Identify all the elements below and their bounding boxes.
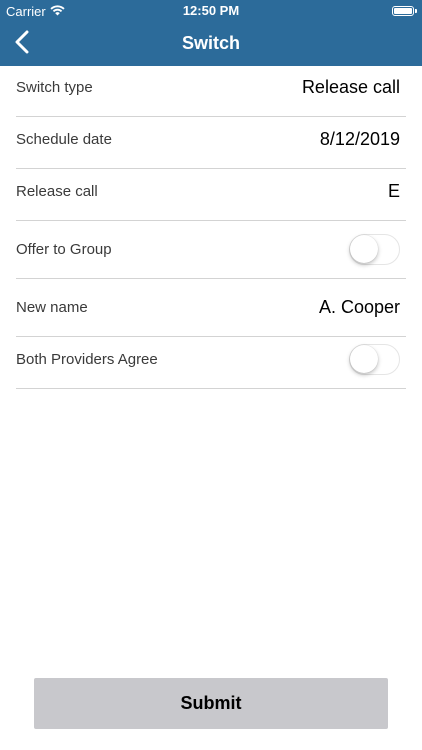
nav-bar: Switch [0, 22, 422, 66]
schedule-date-label: Schedule date [16, 131, 112, 148]
status-time: 12:50 PM [182, 3, 240, 18]
both-providers-agree-label: Both Providers Agree [16, 351, 158, 368]
switch-type-row[interactable]: Switch type Release call [16, 66, 406, 117]
submit-button[interactable]: Submit [34, 678, 388, 729]
release-call-row[interactable]: Release call E [16, 169, 406, 221]
new-name-value[interactable]: A. Cooper [319, 297, 400, 318]
new-name-row[interactable]: New name A. Cooper [16, 279, 406, 337]
release-call-value[interactable]: E [388, 181, 400, 202]
battery-icon [392, 6, 417, 16]
offer-to-group-toggle[interactable] [349, 234, 400, 265]
offer-to-group-label: Offer to Group [16, 241, 112, 258]
release-call-label: Release call [16, 183, 98, 200]
toggle-knob [350, 345, 378, 373]
new-name-label: New name [16, 299, 88, 316]
schedule-date-value[interactable]: 8/12/2019 [320, 129, 400, 150]
toggle-knob [350, 235, 378, 263]
page-title: Switch [181, 33, 240, 53]
status-bar: Carrier 12:50 PM [0, 0, 422, 22]
switch-type-label: Switch type [16, 79, 93, 96]
both-providers-agree-toggle[interactable] [349, 344, 400, 375]
offer-to-group-row: Offer to Group [16, 221, 406, 279]
header: Carrier 12:50 PM Switch [0, 0, 422, 66]
switch-form: Switch type Release call Schedule date 8… [16, 66, 406, 389]
both-providers-agree-row: Both Providers Agree [16, 337, 406, 389]
schedule-date-row[interactable]: Schedule date 8/12/2019 [16, 117, 406, 169]
switch-type-value[interactable]: Release call [302, 77, 400, 98]
